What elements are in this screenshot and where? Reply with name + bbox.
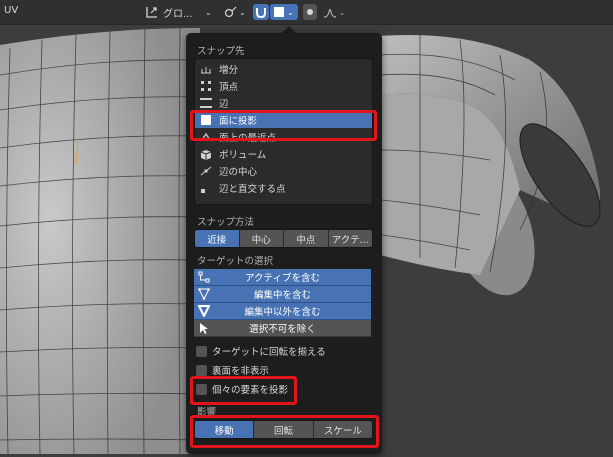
- toggle-label: アクティブを含む: [245, 273, 320, 284]
- snap-target-increment[interactable]: 増分: [195, 61, 372, 77]
- snap-with-median[interactable]: 中点: [284, 230, 329, 247]
- edge-center-icon: [199, 165, 213, 177]
- checkbox-box: [196, 383, 207, 395]
- snap-target-label: 面上の最近点: [219, 133, 277, 144]
- snap-target-edge[interactable]: 辺: [195, 95, 372, 111]
- face-project-icon: [199, 114, 213, 126]
- target-selection-title: ターゲットの選択: [197, 256, 274, 267]
- chevron-down-icon: ⌄: [287, 7, 294, 17]
- include-active-toggle[interactable]: アクティブを含む: [194, 269, 371, 286]
- viewport-header: UV グロ... ⌄ ⌄ ⌄ ⌄: [0, 0, 613, 25]
- snap-with-center[interactable]: 中心: [239, 230, 284, 247]
- proportional-link-dropdown[interactable]: ⌄: [222, 4, 248, 20]
- affect-rotate[interactable]: 回転: [254, 421, 314, 438]
- snap-target-label: 辺の中心: [219, 167, 258, 178]
- link-icon: [225, 6, 237, 18]
- include-edited-toggle[interactable]: 編集中を含む: [194, 286, 371, 303]
- popover-arrow: [282, 26, 296, 33]
- affect-move[interactable]: 移動: [195, 421, 255, 438]
- affect-selector: 移動 回転 スケール: [194, 420, 373, 439]
- pivot-label: グロ...: [163, 8, 193, 20]
- snap-target-dropdown[interactable]: ⌄: [270, 4, 298, 20]
- project-individual-elements-checkbox[interactable]: 個々の要素を投影: [196, 382, 288, 396]
- snap-target-label: 辺: [219, 99, 229, 110]
- face-nearest-icon: [199, 131, 213, 143]
- uv-label: UV: [4, 5, 19, 16]
- checkbox-label: 個々の要素を投影: [212, 385, 289, 396]
- exclude-nonselectable-toggle[interactable]: 選択不可を除く: [194, 320, 371, 337]
- snap-target-title: スナップ先: [197, 46, 245, 57]
- snap-target-label: 頂点: [219, 82, 239, 93]
- checkbox-box: [196, 345, 207, 357]
- snap-target-label: ボリューム: [219, 150, 267, 161]
- edge-icon: [199, 97, 213, 109]
- snap-with-title: スナップ方法: [197, 217, 255, 228]
- snap-with-active[interactable]: アクテ...: [328, 230, 372, 247]
- affect-scale[interactable]: スケール: [313, 421, 372, 438]
- snapping-popover: スナップ先 増分 頂点 辺 面に投影 面上の最近点 ボリューム 辺の中心 辺と直…: [186, 33, 382, 454]
- snap-target-edge-perpendicular[interactable]: 辺と直交する点: [195, 180, 372, 196]
- snap-target-volume[interactable]: ボリューム: [195, 146, 372, 162]
- snap-toggle-button[interactable]: [253, 4, 269, 20]
- snap-target-vertex[interactable]: 頂点: [195, 78, 372, 94]
- toggle-label: 選択不可を除く: [249, 324, 316, 335]
- snap-with-selector: 近接 中心 中点 アクテ...: [194, 229, 373, 248]
- pivot-icon: [146, 7, 157, 18]
- checkbox-box: [196, 364, 207, 376]
- vertex-icon: [199, 80, 213, 92]
- snap-target-edge-center[interactable]: 辺の中心: [195, 163, 372, 179]
- snap-target-label: 辺と直交する点: [219, 184, 286, 195]
- align-rotation-checkbox[interactable]: ターゲットに回転を揃える: [196, 344, 326, 358]
- checkbox-label: ターゲットに回転を揃える: [212, 347, 326, 358]
- snap-target-face-project[interactable]: 面に投影: [195, 112, 372, 128]
- affect-title: 影響: [197, 407, 217, 418]
- face-project-icon: [274, 7, 285, 17]
- pivot-point-dropdown[interactable]: グロ... ⌄: [145, 4, 215, 20]
- chevron-down-icon: ⌄: [338, 7, 346, 17]
- snap-target-label: 増分: [219, 65, 239, 76]
- chevron-down-icon: ⌄: [239, 7, 246, 17]
- snap-target-face-nearest[interactable]: 面上の最近点: [195, 129, 372, 145]
- falloff-curve-icon: [323, 8, 336, 18]
- include-nonedited-toggle[interactable]: 編集中以外を含む: [194, 303, 371, 320]
- backface-culling-checkbox[interactable]: 裏面を非表示: [196, 363, 269, 377]
- increment-icon: [199, 63, 213, 75]
- magnet-icon: [256, 8, 266, 18]
- checkbox-label: 裏面を非表示: [212, 366, 270, 377]
- proportional-icon: [307, 9, 313, 15]
- volume-icon: [199, 148, 213, 160]
- chevron-down-icon: ⌄: [205, 7, 212, 17]
- toggle-label: 編集中以外を含む: [244, 307, 321, 318]
- snap-target-list: 増分 頂点 辺 面に投影 面上の最近点 ボリューム 辺の中心 辺と直交する点: [194, 58, 373, 205]
- toggle-label: 編集中を含む: [253, 290, 311, 301]
- snap-with-closest[interactable]: 近接: [195, 230, 240, 247]
- edge-perpendicular-icon: [199, 182, 213, 194]
- proportional-edit-toggle[interactable]: [303, 4, 317, 20]
- falloff-dropdown[interactable]: ⌄: [320, 4, 348, 20]
- snap-target-label: 面に投影: [219, 116, 258, 127]
